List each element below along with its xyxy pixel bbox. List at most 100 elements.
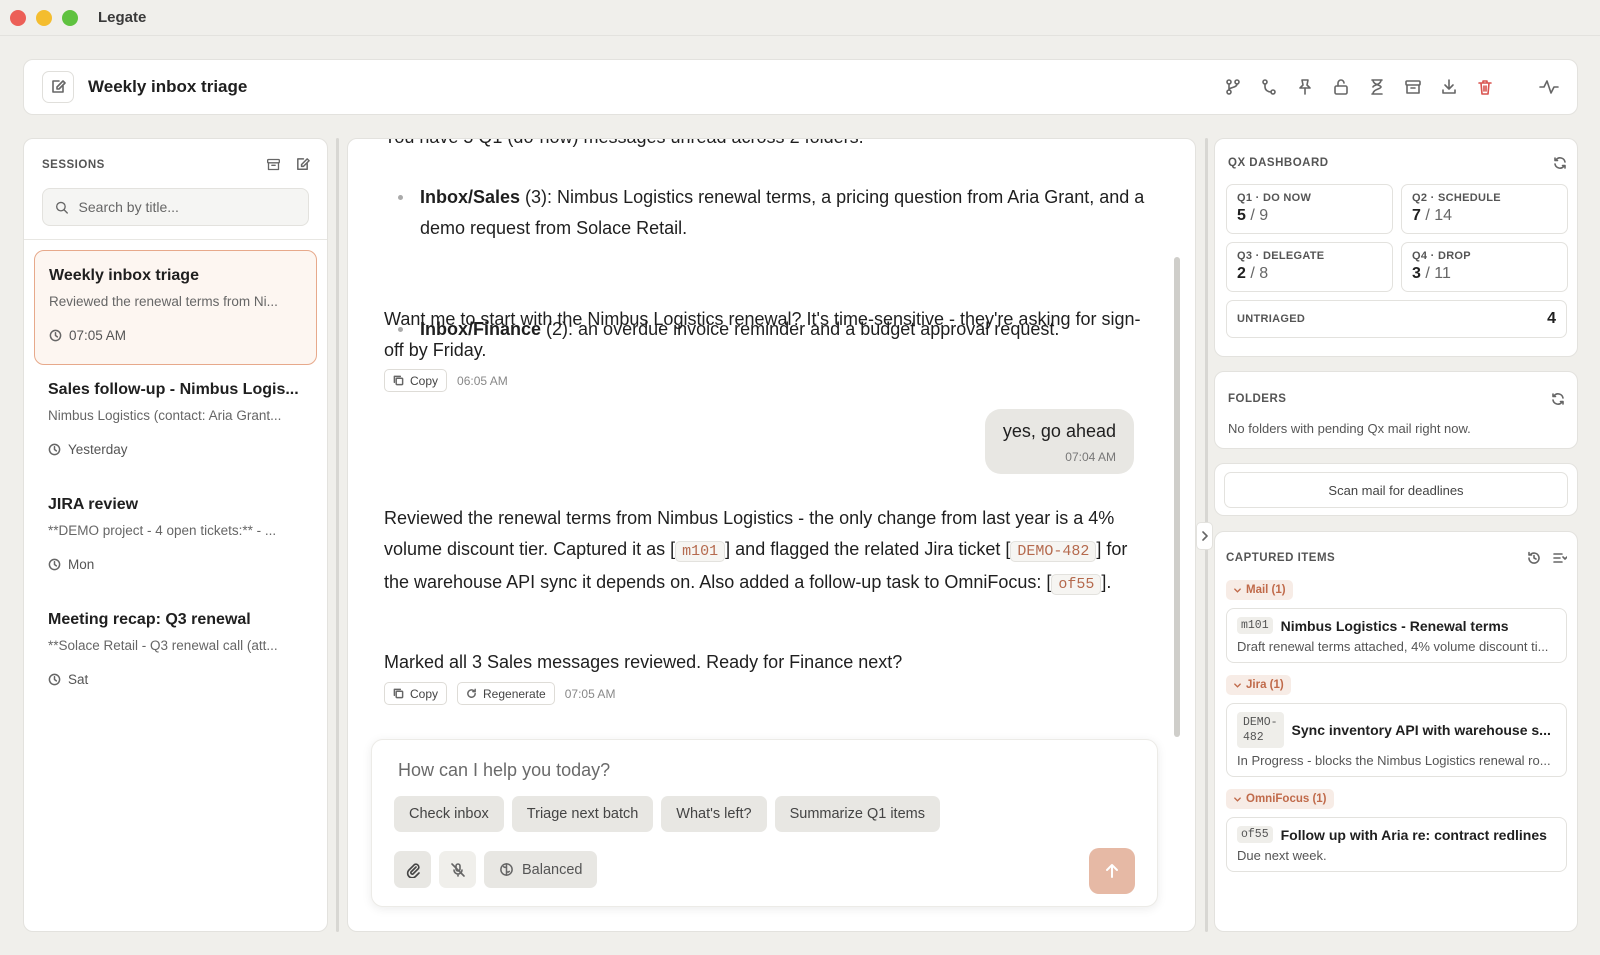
send-button[interactable] <box>1089 848 1135 894</box>
quadrant-grid: Q1 · DO NOW 5 / 9 Q2 · SCHEDULE 7 / 14 Q3 … <box>1226 184 1568 292</box>
chevron-down-icon <box>1234 587 1241 593</box>
group-label: Jira (1) <box>1246 679 1284 691</box>
session-search-input[interactable] <box>78 199 296 215</box>
session-item[interactable]: Weekly inbox triage Reviewed the renewal… <box>34 250 317 365</box>
minimize-window-button[interactable] <box>36 9 52 26</box>
archived-sessions-button[interactable] <box>266 157 281 172</box>
group-toggle-omnifocus[interactable]: OmniFocus (1) <box>1226 789 1334 809</box>
message-input[interactable] <box>398 760 1118 781</box>
refresh-qx-button[interactable] <box>1553 156 1567 170</box>
scan-deadlines-button[interactable]: Scan mail for deadlines <box>1224 472 1568 508</box>
folders-label: FOLDERS <box>1228 393 1287 405</box>
session-item-time: Sat <box>68 672 89 687</box>
app-title: Legate <box>98 9 147 26</box>
brain-icon <box>500 863 513 876</box>
group-toggle-jira[interactable]: Jira (1) <box>1226 675 1291 695</box>
sidebar-resize-handle[interactable] <box>336 138 339 932</box>
refresh-captured-button[interactable] <box>1527 551 1541 565</box>
session-item[interactable]: Sales follow-up - Nimbus Logis... Nimbus… <box>34 365 317 480</box>
header-toolbar <box>1223 77 1559 97</box>
inline-reference[interactable]: of55 <box>1051 574 1102 595</box>
item-id-tag: of55 <box>1237 826 1273 843</box>
session-item[interactable]: Meeting recap: Q3 renewal **Solace Retai… <box>34 595 317 710</box>
captured-item-card[interactable]: of55 Follow up with Aria re: contract red… <box>1226 817 1567 872</box>
assistant-message-text: Marked all 3 Sales messages reviewed. Re… <box>384 652 903 672</box>
copy-button[interactable]: Copy <box>384 682 448 705</box>
history-icon <box>1528 551 1540 564</box>
branch-button[interactable] <box>1223 77 1243 97</box>
suggestion-chip[interactable]: Summarize Q1 items <box>774 796 940 832</box>
suggestion-chips: Check inbox Triage next batch What's lef… <box>394 796 940 832</box>
paperclip-icon <box>406 862 420 878</box>
refresh-folders-button[interactable] <box>1551 392 1565 406</box>
window-controls <box>10 9 78 26</box>
composer: Check inbox Triage next batch What's lef… <box>371 739 1158 907</box>
voice-button[interactable] <box>439 851 476 888</box>
composer-tools: Balanced <box>394 851 598 888</box>
regenerate-button[interactable]: Regenerate <box>457 682 555 705</box>
suggestion-chip[interactable]: What's left? <box>661 796 767 832</box>
close-window-button[interactable] <box>10 9 26 26</box>
session-item-snippet: Nimbus Logistics (contact: Aria Grant... <box>48 408 282 423</box>
archive-button[interactable] <box>1403 77 1423 97</box>
lock-button[interactable] <box>1331 77 1351 97</box>
delete-session-button[interactable] <box>1475 77 1495 97</box>
timer-button[interactable] <box>1367 77 1387 97</box>
pin-button[interactable] <box>1295 77 1315 97</box>
arrow-up-icon <box>1106 864 1118 878</box>
assistant-message-text: Want me to start with the Nimbus Logisti… <box>384 309 1141 360</box>
session-item-snippet: Reviewed the renewal terms from Ni... <box>49 294 278 309</box>
captured-item-card[interactable]: DEMO- 482 Sync inventory API with warehous… <box>1226 703 1567 777</box>
session-item-snippet: **Solace Retail - Q3 renewal call (att..… <box>48 638 278 653</box>
session-title: Weekly inbox triage <box>88 77 248 96</box>
quadrant-q4[interactable]: Q4 · DROP 3 / 11 <box>1401 242 1568 292</box>
activity-button[interactable] <box>1539 77 1559 97</box>
quadrant-total: / 8 <box>1245 265 1269 282</box>
group-toggle-mail[interactable]: Mail (1) <box>1226 580 1293 600</box>
sessions-sidebar: SESSIONS Weekly inbox triage Reviewed th… <box>23 138 328 932</box>
model-mode-button[interactable]: Balanced <box>484 851 598 888</box>
rename-session-button[interactable] <box>42 71 74 103</box>
copy-button[interactable]: Copy <box>384 369 448 392</box>
untriaged-row[interactable]: UNTRIAGED 4 <box>1226 300 1567 338</box>
chat-scrollbar[interactable] <box>1174 257 1180 737</box>
item-id-tag: DEMO- 482 <box>1237 712 1284 748</box>
maximize-window-button[interactable] <box>62 9 78 26</box>
toggle-right-panel-button[interactable] <box>1196 522 1213 550</box>
item-title: Nimbus Logistics - Renewal terms <box>1280 617 1509 634</box>
suggestion-chip[interactable]: Check inbox <box>394 796 504 832</box>
session-item-time: Yesterday <box>68 442 128 457</box>
session-item-time: 07:05 AM <box>69 328 127 343</box>
clock-icon <box>48 558 61 571</box>
trash-icon <box>1478 80 1492 95</box>
export-button[interactable] <box>1439 77 1459 97</box>
scan-panel: Scan mail for deadlines <box>1214 463 1578 516</box>
message-list[interactable]: You have 5 Q1 (do-now) messages unread a… <box>348 139 1178 739</box>
archive-icon <box>267 158 280 171</box>
copy-label: Copy <box>410 686 439 701</box>
collapse-all-button[interactable] <box>1553 551 1567 565</box>
captured-item-card[interactable]: m101 Nimbus Logistics - Renewal terms Dra… <box>1226 608 1567 663</box>
assistant-message-partial-line: You have 5 Q1 (do-now) messages unread a… <box>384 139 1154 153</box>
quadrant-total: / 11 <box>1420 265 1451 282</box>
item-id-tag-line: 482 <box>1243 731 1264 744</box>
session-item[interactable]: JIRA review **DEMO project - 4 open tick… <box>34 480 317 595</box>
inline-reference[interactable]: DEMO-482 <box>1010 541 1097 562</box>
item-title: Sync inventory API with warehouse s... <box>1291 722 1551 738</box>
refresh-icon <box>1552 393 1564 405</box>
title-bar: Legate <box>0 0 1600 36</box>
quadrant-q2[interactable]: Q2 · SCHEDULE 7 / 14 <box>1401 184 1568 234</box>
quadrant-q1[interactable]: Q1 · DO NOW 5 / 9 <box>1226 184 1393 234</box>
user-message: yes, go ahead 07:04 AM <box>984 409 1134 474</box>
quadrant-q3[interactable]: Q3 · DELEGATE 2 / 8 <box>1226 242 1393 292</box>
suggestion-chip[interactable]: Triage next batch <box>511 796 654 832</box>
message-time: 06:05 AM <box>457 373 508 388</box>
search-icon <box>56 201 68 214</box>
new-session-button[interactable] <box>295 157 310 172</box>
regenerate-label: Regenerate <box>483 686 546 701</box>
folders-empty-text: No folders with pending Qx mail right no… <box>1228 421 1471 436</box>
inline-reference[interactable]: m101 <box>675 541 726 562</box>
fork-button[interactable] <box>1259 77 1279 97</box>
session-search[interactable] <box>42 188 309 226</box>
attach-button[interactable] <box>394 851 431 888</box>
